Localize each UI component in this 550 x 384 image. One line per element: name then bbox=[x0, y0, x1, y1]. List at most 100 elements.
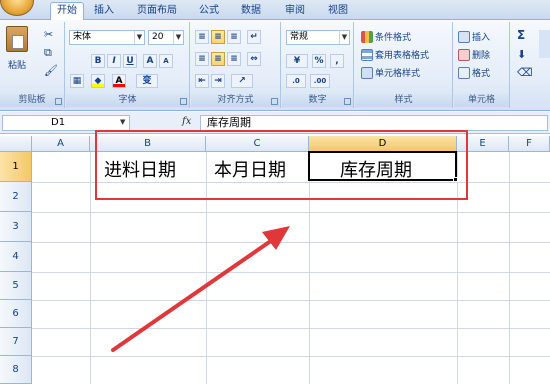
row-header-8[interactable]: 8 bbox=[0, 356, 32, 384]
row-header-3[interactable]: 3 bbox=[0, 212, 32, 242]
name-box[interactable]: D1 bbox=[2, 115, 130, 131]
column-header-f[interactable]: F bbox=[509, 136, 550, 152]
insert-cells-icon bbox=[458, 30, 470, 43]
align-center-icon[interactable]: ≡ bbox=[211, 52, 225, 66]
font-color-button[interactable]: A bbox=[112, 74, 126, 88]
editing-group: Σ ⬇ ⌫ bbox=[511, 22, 550, 108]
paste-label: 粘贴 bbox=[7, 61, 26, 71]
italic-button[interactable]: I bbox=[107, 54, 121, 68]
clipboard-group: 粘贴 ✂ ⧉ 🖌 剪贴板 bbox=[0, 22, 65, 108]
comma-button[interactable]: , bbox=[330, 54, 344, 68]
cell-styles-label: 单元格样式 bbox=[375, 69, 421, 79]
fx-icon[interactable]: fx bbox=[182, 116, 191, 127]
conditional-format-button[interactable]: 条件格式 bbox=[361, 30, 411, 43]
align-left-icon[interactable]: ≡ bbox=[195, 52, 209, 66]
format-cells-icon bbox=[458, 66, 470, 79]
cell-styles-icon bbox=[361, 66, 373, 79]
font-launcher[interactable] bbox=[180, 98, 187, 105]
paste-button[interactable]: 粘贴 bbox=[4, 26, 30, 71]
font-size-value: 20 bbox=[152, 32, 164, 42]
formula-input[interactable]: 库存周期 bbox=[200, 115, 548, 131]
align-right-icon[interactable]: ≡ bbox=[227, 52, 241, 66]
format-as-table-button[interactable]: 套用表格格式 bbox=[361, 48, 429, 61]
tab-home[interactable]: 开始 bbox=[50, 2, 84, 21]
fill-color-icon[interactable]: ◆ bbox=[91, 74, 105, 88]
row-header-1[interactable]: 1 bbox=[0, 152, 32, 182]
currency-icon[interactable]: ¥ bbox=[286, 54, 308, 68]
styles-group-label: 样式 bbox=[355, 94, 452, 107]
font-name-combo[interactable]: 宋体 ▼ bbox=[69, 30, 145, 45]
copy-icon[interactable]: ⧉ bbox=[44, 46, 52, 60]
merge-center-icon[interactable]: ⇔ bbox=[247, 52, 261, 66]
office-orb-icon[interactable] bbox=[0, 0, 34, 16]
alignment-group-label: 对齐方式 bbox=[191, 94, 280, 107]
percent-button[interactable]: % bbox=[312, 54, 326, 68]
font-size-combo[interactable]: 20 ▼ bbox=[148, 30, 184, 45]
chevron-down-icon[interactable]: ▼ bbox=[120, 118, 125, 126]
conditional-format-icon bbox=[361, 30, 373, 43]
format-cells-button[interactable]: 格式 bbox=[458, 66, 490, 79]
tab-view[interactable]: 视图 bbox=[322, 3, 354, 20]
alignment-launcher[interactable] bbox=[271, 98, 278, 105]
align-bottom-icon[interactable]: ≡ bbox=[227, 30, 241, 44]
align-middle-icon[interactable]: ≡ bbox=[211, 30, 225, 44]
sort-filter-icon[interactable] bbox=[539, 30, 550, 58]
decrease-decimal-icon[interactable]: .00 bbox=[310, 74, 330, 88]
row-header-5[interactable]: 5 bbox=[0, 272, 32, 300]
number-format-value: 常规 bbox=[290, 32, 309, 42]
increase-decimal-icon[interactable]: .0 bbox=[286, 74, 306, 88]
orientation-icon[interactable]: ↗ bbox=[231, 74, 253, 88]
column-header-a[interactable]: A bbox=[32, 136, 90, 152]
phonetic-button[interactable]: 变 bbox=[136, 74, 158, 88]
delete-cells-label: 删除 bbox=[472, 51, 491, 61]
number-format-combo[interactable]: 常规 ▼ bbox=[286, 30, 350, 45]
wrap-text-icon[interactable]: ↵ bbox=[247, 30, 261, 44]
border-icon[interactable]: ▦ bbox=[70, 74, 84, 88]
increase-indent-icon[interactable]: ⇥ bbox=[211, 74, 225, 88]
chevron-down-icon[interactable]: ▼ bbox=[134, 31, 144, 44]
tab-insert[interactable]: 插入 bbox=[88, 3, 120, 20]
paste-icon bbox=[6, 26, 28, 52]
shrink-font-button[interactable]: A bbox=[159, 54, 173, 68]
bold-button[interactable]: B bbox=[91, 54, 105, 68]
table-icon bbox=[361, 48, 373, 61]
cell-styles-button[interactable]: 单元格样式 bbox=[361, 66, 420, 79]
decrease-indent-icon[interactable]: ⇤ bbox=[195, 74, 209, 88]
gridline bbox=[32, 300, 550, 301]
row-header-6[interactable]: 6 bbox=[0, 300, 32, 328]
clear-icon[interactable]: ⌫ bbox=[517, 66, 533, 79]
styles-group: 条件格式 套用表格格式 单元格样式 样式 bbox=[355, 22, 453, 108]
number-launcher[interactable] bbox=[344, 98, 351, 105]
tab-review[interactable]: 审阅 bbox=[279, 3, 311, 20]
ribbon: 粘贴 ✂ ⧉ 🖌 剪贴板 宋体 ▼ 20 ▼ B I U A A ▦ ◆ A 变… bbox=[0, 20, 550, 111]
clipboard-launcher[interactable] bbox=[55, 98, 62, 105]
tab-formulas[interactable]: 公式 bbox=[193, 3, 225, 20]
chevron-down-icon[interactable]: ▼ bbox=[173, 31, 183, 44]
gridline bbox=[32, 328, 550, 329]
chevron-down-icon[interactable]: ▼ bbox=[339, 31, 349, 44]
underline-button[interactable]: U bbox=[123, 54, 137, 68]
gridline bbox=[32, 242, 550, 243]
delete-cells-button[interactable]: 删除 bbox=[458, 48, 490, 61]
tab-data[interactable]: 数据 bbox=[235, 3, 267, 20]
font-name-value: 宋体 bbox=[73, 32, 92, 42]
cut-icon[interactable]: ✂ bbox=[44, 28, 53, 41]
row-header-4[interactable]: 4 bbox=[0, 242, 32, 272]
grow-font-button[interactable]: A bbox=[143, 54, 157, 68]
gridline bbox=[90, 152, 91, 384]
highlight-box-annotation bbox=[95, 130, 468, 200]
conditional-format-label: 条件格式 bbox=[375, 33, 412, 43]
insert-cells-button[interactable]: 插入 bbox=[458, 30, 490, 43]
align-top-icon[interactable]: ≡ bbox=[195, 30, 209, 44]
delete-cells-icon bbox=[458, 48, 470, 61]
autosum-button[interactable]: Σ bbox=[517, 28, 525, 42]
fill-icon[interactable]: ⬇ bbox=[517, 48, 526, 61]
gridline bbox=[32, 212, 550, 213]
row-header-7[interactable]: 7 bbox=[0, 328, 32, 356]
format-painter-icon[interactable]: 🖌 bbox=[44, 64, 58, 77]
format-as-table-label: 套用表格格式 bbox=[375, 51, 430, 61]
cells-group: 插入 删除 格式 单元格 bbox=[454, 22, 510, 108]
row-header-2[interactable]: 2 bbox=[0, 182, 32, 212]
tab-page-layout[interactable]: 页面布局 bbox=[131, 3, 183, 20]
select-all-corner[interactable] bbox=[0, 136, 32, 152]
